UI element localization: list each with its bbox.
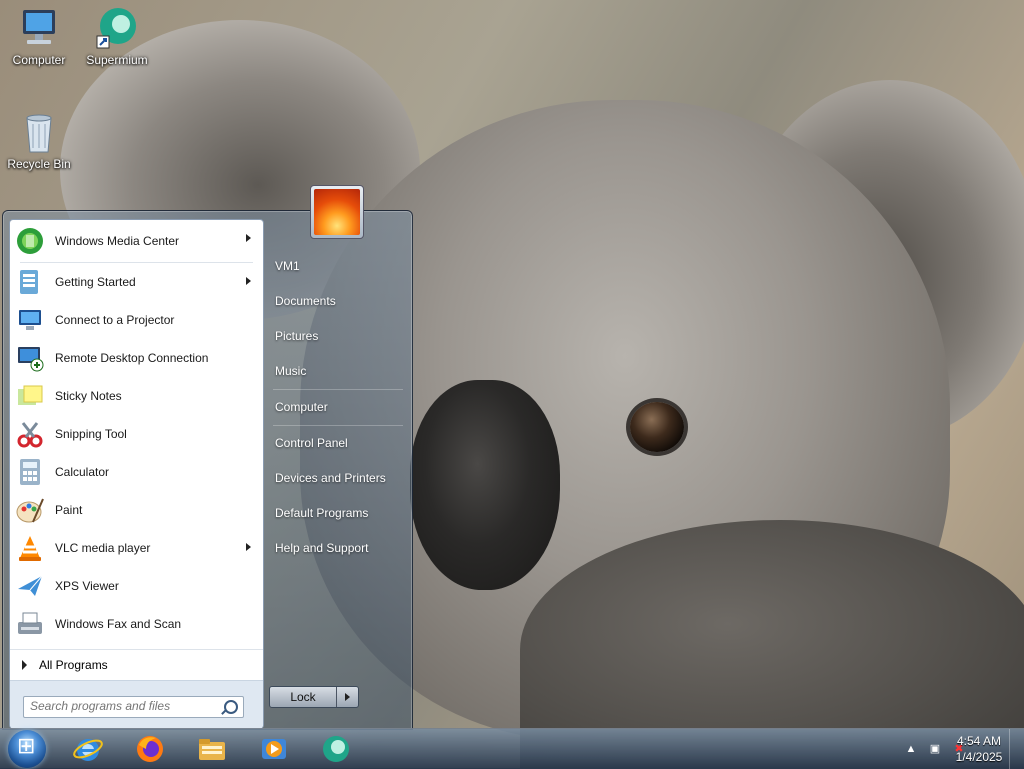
internet-explorer-icon: [73, 739, 103, 761]
program-label: Snipping Tool: [55, 427, 127, 441]
recycle-bin-icon: [17, 110, 61, 154]
xps-viewer-icon: [15, 571, 45, 601]
program-item-vlc[interactable]: VLC media player: [10, 529, 263, 567]
taskbar-media-player[interactable]: [258, 733, 290, 765]
start-link-default-programs[interactable]: Default Programs: [267, 496, 409, 531]
search-icon[interactable]: [224, 700, 238, 714]
lock-button[interactable]: Lock: [270, 687, 337, 707]
start-link-music[interactable]: Music: [267, 354, 409, 389]
expand-arrow-icon: [22, 660, 27, 670]
computer-icon: [17, 6, 61, 50]
clock-date: 1/4/2025: [955, 750, 1003, 764]
program-label: VLC media player: [55, 541, 151, 555]
windows-media-center-icon: [15, 226, 45, 256]
firefox-icon: [137, 736, 163, 762]
start-link-control-panel[interactable]: Control Panel: [267, 426, 409, 461]
program-item-paint[interactable]: Paint: [10, 491, 263, 529]
supermium-icon: [95, 6, 139, 50]
clock-time: 4:54 AM: [956, 734, 1002, 748]
fax-scan-icon: [15, 609, 45, 639]
start-link-help-and-support[interactable]: Help and Support: [267, 531, 409, 566]
all-programs-label: All Programs: [39, 658, 108, 672]
program-label: Connect to a Projector: [55, 313, 175, 327]
program-label: Windows Media Center: [55, 234, 180, 248]
submenu-arrow-icon[interactable]: [246, 234, 251, 242]
desktop-icon-label: Recycle Bin: [7, 157, 71, 171]
desktop-icon-label: Computer: [12, 53, 66, 67]
start-link-vm1[interactable]: VM1: [267, 249, 409, 284]
program-label: Windows Fax and Scan: [55, 617, 182, 631]
program-item-getting-started[interactable]: Getting Started: [10, 263, 263, 301]
user-picture[interactable]: [310, 185, 364, 239]
submenu-arrow-icon[interactable]: [246, 277, 251, 285]
projector-icon: [15, 305, 45, 335]
lock-button-group: Lock: [269, 686, 359, 708]
taskbar: ▲ ▣ ✖ 4:54 AM 1/4/2025: [0, 728, 1024, 769]
paint-icon: [15, 495, 45, 525]
search-area: [10, 680, 263, 729]
taskbar-file-explorer[interactable]: [196, 733, 228, 765]
taskbar-supermium[interactable]: [320, 733, 352, 765]
flower-user-icon: [314, 189, 360, 235]
shutdown-options-button[interactable]: [337, 687, 358, 707]
program-item-xps-viewer[interactable]: XPS Viewer: [10, 567, 263, 605]
desktop-icon-computer[interactable]: Computer: [1, 6, 77, 67]
program-item-calculator[interactable]: Calculator: [10, 453, 263, 491]
program-item-projector[interactable]: Connect to a Projector: [10, 301, 263, 339]
desktop-icon-recycle-bin[interactable]: Recycle Bin: [1, 110, 77, 171]
sticky-notes-icon: [15, 381, 45, 411]
taskbar-firefox[interactable]: [134, 733, 166, 765]
search-input[interactable]: [24, 697, 226, 715]
program-item-remote-desktop[interactable]: Remote Desktop Connection: [10, 339, 263, 377]
start-link-devices-and-printers[interactable]: Devices and Printers: [267, 461, 409, 496]
program-item-windows-media-center[interactable]: Windows Media Center: [10, 220, 263, 262]
start-menu: Windows Media Center Getting Started Conne…: [2, 185, 413, 730]
program-label: Sticky Notes: [55, 389, 122, 403]
submenu-arrow-icon[interactable]: [246, 543, 251, 551]
pinned-programs-list: Windows Media Center Getting Started Conne…: [10, 220, 263, 643]
start-menu-places-pane: VM1 Documents Pictures Music Computer Control…: [267, 249, 409, 566]
vlc-icon: [15, 533, 45, 563]
desktop-icon-supermium[interactable]: Supermium: [79, 6, 155, 67]
clock[interactable]: 4:54 AM 1/4/2025: [938, 733, 1020, 765]
program-label: Remote Desktop Connection: [55, 351, 209, 365]
taskbar-internet-explorer[interactable]: [72, 733, 104, 765]
supermium-icon: [323, 736, 349, 762]
snipping-tool-icon: [15, 419, 45, 449]
start-button[interactable]: [8, 730, 46, 768]
getting-started-icon: [15, 267, 45, 297]
show-hidden-icons-button[interactable]: ▲: [904, 742, 918, 756]
media-player-icon: [262, 739, 286, 759]
all-programs-button[interactable]: All Programs: [10, 649, 263, 680]
program-label: XPS Viewer: [55, 579, 119, 593]
desktop-icon-label: Supermium: [86, 53, 148, 67]
program-label: Paint: [55, 503, 83, 517]
search-box: [23, 696, 244, 718]
calculator-icon: [15, 457, 45, 487]
file-explorer-icon: [199, 739, 225, 760]
start-link-documents[interactable]: Documents: [267, 284, 409, 319]
start-menu-programs-pane: Windows Media Center Getting Started Conne…: [9, 219, 264, 729]
program-label: Getting Started: [55, 275, 136, 289]
start-link-computer[interactable]: Computer: [267, 390, 409, 425]
program-label: Calculator: [55, 465, 110, 479]
show-desktop-button[interactable]: [1009, 729, 1024, 769]
remote-desktop-icon: [15, 343, 45, 373]
start-link-pictures[interactable]: Pictures: [267, 319, 409, 354]
program-item-snipping-tool[interactable]: Snipping Tool: [10, 415, 263, 453]
program-item-sticky-notes[interactable]: Sticky Notes: [10, 377, 263, 415]
program-item-fax-scan[interactable]: Windows Fax and Scan: [10, 605, 263, 643]
